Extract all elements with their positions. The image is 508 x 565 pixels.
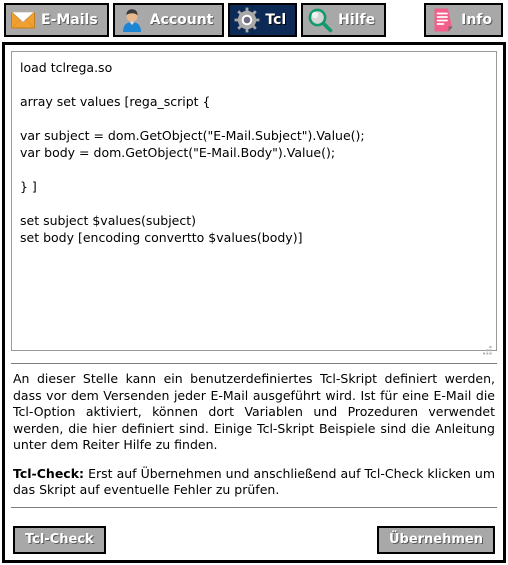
envelope-icon xyxy=(10,7,36,33)
button-bar: Tcl-Check Übernehmen xyxy=(5,526,503,554)
tcl-check-note-body: Erst auf Übernehmen und anschließend auf… xyxy=(13,465,495,498)
tab-account[interactable]: Account xyxy=(112,3,225,37)
tab-label-tcl: Tcl xyxy=(265,12,287,28)
tab-emails[interactable]: E-Mails xyxy=(4,3,109,37)
tcl-panel: An dieser Stelle kann ein benutzerdefini… xyxy=(2,42,506,563)
info-button-label: Info xyxy=(461,12,492,28)
tcl-check-button[interactable]: Tcl-Check xyxy=(13,526,106,554)
tab-hilfe[interactable]: Hilfe xyxy=(301,3,387,37)
tcl-check-note-label: Tcl-Check: xyxy=(13,465,85,481)
info-button[interactable]: Info xyxy=(424,3,503,37)
apply-button[interactable]: Übernehmen xyxy=(376,526,495,554)
tcl-check-note: Tcl-Check: Erst auf Übernehmen und ansch… xyxy=(13,466,495,499)
magnifier-icon xyxy=(307,7,333,33)
tab-label-hilfe: Hilfe xyxy=(338,12,376,28)
tab-bar: E-Mails Account Tcl Hilfe Info xyxy=(0,0,508,40)
script-editor-wrap xyxy=(11,51,497,355)
gear-icon xyxy=(234,7,260,33)
tcl-script-input[interactable] xyxy=(11,51,497,351)
tab-tcl[interactable]: Tcl xyxy=(228,3,298,37)
tab-label-emails: E-Mails xyxy=(41,12,98,28)
divider-bottom xyxy=(11,506,497,508)
divider-top xyxy=(11,363,497,364)
document-icon xyxy=(430,7,456,33)
description-text: An dieser Stelle kann ein benutzerdefini… xyxy=(13,371,495,452)
person-icon xyxy=(119,7,145,33)
tab-label-account: Account xyxy=(149,12,214,28)
